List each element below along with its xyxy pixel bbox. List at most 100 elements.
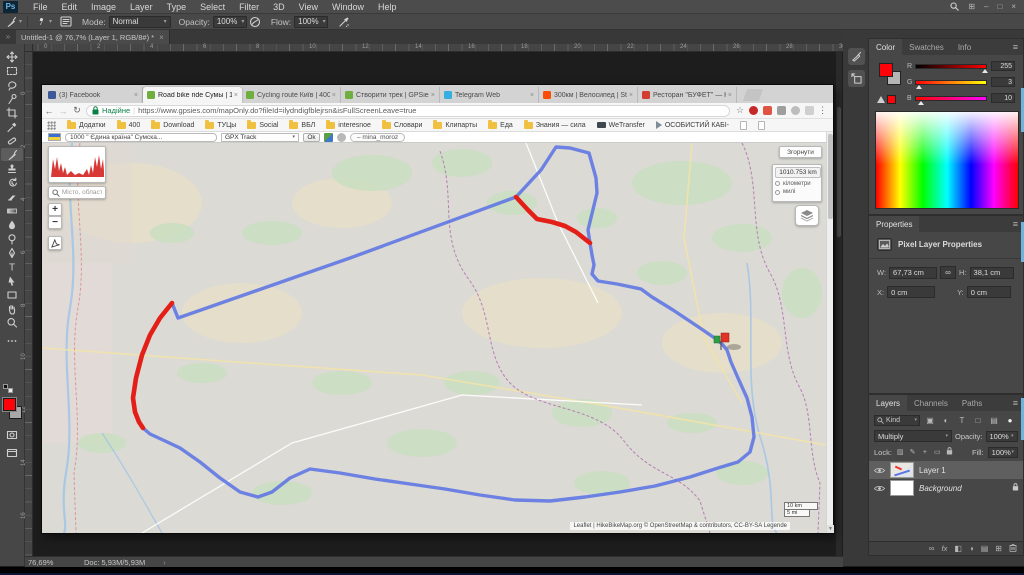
scroll-down-icon[interactable]: ▼: [827, 525, 834, 533]
radio-icon[interactable]: [775, 181, 780, 186]
layer-row-layer1[interactable]: Layer 1: [869, 461, 1023, 479]
mode-select[interactable]: Normal▾: [109, 16, 171, 28]
opacity-select[interactable]: 100%▾: [986, 431, 1018, 442]
menu-item[interactable]: Help: [371, 0, 404, 14]
zoom-tool[interactable]: [1, 316, 23, 329]
tab-close-icon[interactable]: ×: [134, 92, 138, 99]
canvas-scrollbar[interactable]: [836, 52, 842, 556]
channel-value[interactable]: 255: [991, 61, 1015, 71]
height-value[interactable]: 38,1 cm: [970, 267, 1014, 279]
workspace-icon[interactable]: ⊞: [968, 2, 975, 11]
bookmark-item[interactable]: ОСОБИСТИЙ КАБІ-: [656, 121, 729, 129]
ruler-corner[interactable]: [25, 44, 33, 52]
ok-button[interactable]: Ok: [303, 133, 320, 142]
bookmark-item[interactable]: Знания — сила: [524, 122, 586, 129]
new-layer-icon[interactable]: ⊞: [995, 544, 1002, 553]
screen-mode-icon[interactable]: [1, 446, 23, 459]
visibility-eye-icon[interactable]: [873, 485, 885, 492]
browser-tab[interactable]: Cycling route Київ | 400 ×: [242, 87, 341, 103]
user-link[interactable]: – mina_moroz: [350, 133, 405, 142]
bookmark-item[interactable]: Додатки: [67, 122, 106, 129]
bookmark-item[interactable]: Social: [247, 122, 278, 129]
layer-name[interactable]: Background: [919, 484, 962, 493]
blur-tool[interactable]: [1, 218, 23, 231]
filter-type-icon[interactable]: T: [956, 416, 968, 425]
menu-item[interactable]: Select: [193, 0, 232, 14]
flow-select[interactable]: 100%▾: [294, 16, 328, 28]
visibility-eye-icon[interactable]: [873, 467, 885, 474]
layer-group-icon[interactable]: ▤: [981, 544, 989, 553]
filter-smart-object-icon[interactable]: ▤: [988, 416, 1000, 425]
width-value[interactable]: 67,73 cm: [889, 267, 937, 279]
filter-adjustment-icon[interactable]: ◐: [940, 416, 952, 425]
path-selection-tool[interactable]: [1, 274, 23, 287]
eraser-tool[interactable]: [1, 190, 23, 203]
scrollbar-thumb[interactable]: [828, 134, 833, 219]
tab-close-icon[interactable]: ×: [332, 92, 336, 99]
bookmark-item[interactable]: ВБЛ: [289, 122, 315, 129]
red-slider[interactable]: [915, 64, 987, 69]
minimize-icon[interactable]: –: [984, 2, 988, 11]
search-icon[interactable]: [950, 2, 959, 11]
default-colors-icon[interactable]: [3, 384, 13, 393]
page-bookmark-icon[interactable]: [758, 121, 765, 130]
horizontal-ruler[interactable]: 024681012141618202224262830: [25, 44, 843, 52]
adjustment-layer-icon[interactable]: ◑: [969, 544, 974, 553]
link-dimensions-icon[interactable]: ∞: [940, 266, 956, 279]
menu-item[interactable]: Type: [160, 0, 194, 14]
extension-icon[interactable]: [791, 106, 800, 115]
bookmark-item[interactable]: Еда: [488, 122, 513, 129]
marquee-tool[interactable]: [1, 64, 23, 77]
zoom-out-button[interactable]: −: [48, 216, 62, 229]
blend-mode-select[interactable]: Multiply▾: [874, 430, 952, 442]
menu-item[interactable]: Edit: [55, 0, 85, 14]
brush-tool-preset-icon[interactable]: [3, 15, 19, 29]
crop-tool[interactable]: [1, 106, 23, 119]
status-more-icon[interactable]: ›: [163, 558, 166, 567]
panel-menu-icon[interactable]: ≡: [1013, 39, 1023, 55]
fill-select[interactable]: 100%▾: [988, 447, 1018, 458]
bookmark-star-icon[interactable]: ☆: [736, 105, 744, 116]
channel-value[interactable]: 3: [991, 77, 1015, 87]
forward-button[interactable]: →: [56, 106, 70, 116]
map-search-box[interactable]: Місто, област: [48, 186, 106, 199]
apps-grid-icon[interactable]: [47, 121, 56, 130]
panel-tab[interactable]: Color: [869, 39, 902, 55]
hand-tool[interactable]: [1, 302, 23, 315]
lock-artboard-icon[interactable]: ▭: [933, 448, 941, 456]
vertical-ruler[interactable]: 0246810121416: [25, 52, 33, 556]
lock-position-icon[interactable]: +: [921, 449, 929, 456]
toggle-brush-panel-icon[interactable]: [58, 15, 74, 29]
filter-image-icon[interactable]: ▣: [924, 416, 936, 425]
extension-icon[interactable]: [805, 106, 814, 115]
menu-item[interactable]: Filter: [232, 0, 266, 14]
browser-tab[interactable]: Road bike ride Сумы | 10 ×: [143, 87, 242, 103]
blue-slider[interactable]: [915, 96, 987, 101]
pen-tool[interactable]: [1, 246, 23, 259]
browser-tab[interactable]: Створити трек | GPSies ×: [341, 87, 440, 103]
panel-tab[interactable]: Channels: [907, 395, 955, 411]
layer-name[interactable]: Layer 1: [919, 466, 946, 475]
menu-item[interactable]: Image: [84, 0, 123, 14]
channel-value[interactable]: 10: [991, 93, 1015, 103]
map-viewport[interactable]: Місто, област + − Згорнути 1010.753 km к…: [42, 143, 826, 533]
format-select[interactable]: GPX Track▾: [221, 133, 299, 142]
brush-settings-panel-icon[interactable]: [848, 48, 865, 65]
bookmark-item[interactable]: Download: [151, 122, 194, 129]
back-button[interactable]: ←: [42, 106, 56, 116]
clone-stamp-tool[interactable]: [1, 162, 23, 175]
x-value[interactable]: 0 cm: [887, 286, 935, 298]
zoom-level[interactable]: 76,69%: [28, 558, 62, 567]
gradient-tool[interactable]: [1, 204, 23, 217]
layer-row-background[interactable]: Background: [869, 479, 1023, 497]
tab-close-icon[interactable]: ×: [629, 92, 633, 99]
color-spectrum[interactable]: [875, 111, 1019, 209]
brush-size-preview[interactable]: 7: [33, 15, 49, 29]
maximize-icon[interactable]: □: [997, 2, 1002, 11]
filter-kind-select[interactable]: Kind▾: [874, 415, 920, 426]
close-icon[interactable]: ×: [1011, 2, 1016, 11]
tab-close-icon[interactable]: ×: [728, 92, 732, 99]
bookmark-item[interactable]: Словари: [382, 122, 422, 129]
green-slider[interactable]: [915, 80, 987, 85]
clone-source-panel-icon[interactable]: [848, 70, 865, 87]
